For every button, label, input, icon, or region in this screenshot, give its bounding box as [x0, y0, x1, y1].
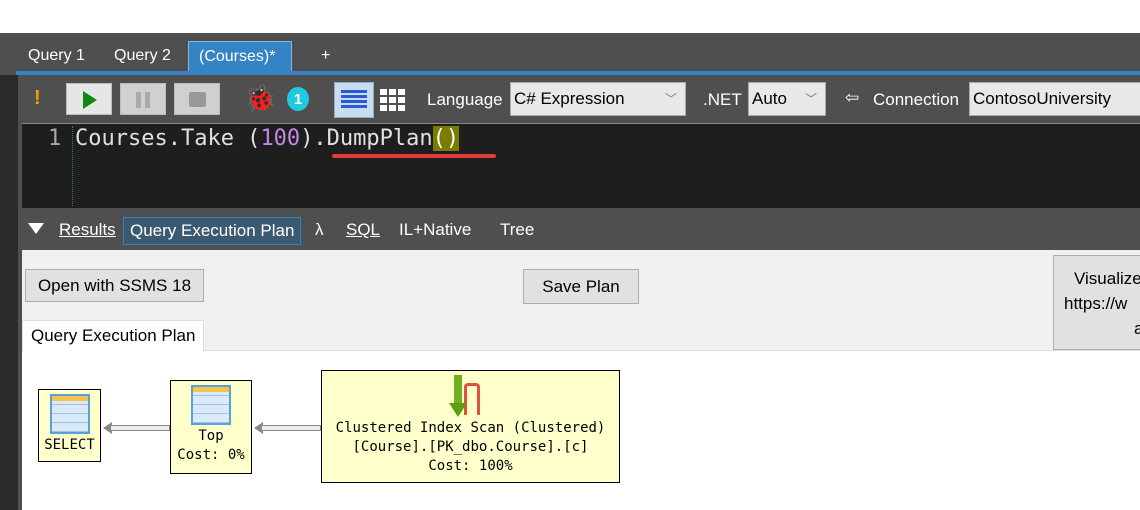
open-with-ssms-button[interactable]: Open with SSMS 18: [25, 269, 204, 302]
bug-icon[interactable]: 🐞: [244, 83, 276, 114]
tab-query-2[interactable]: Query 2: [104, 41, 181, 71]
language-label: Language: [427, 90, 503, 109]
pause-icon: [136, 92, 150, 108]
warning-icon[interactable]: !: [34, 87, 41, 110]
plan-node-top[interactable]: Top Cost: 0%: [170, 380, 252, 474]
visualize-text: Visualize: [1074, 269, 1140, 288]
clustered-index-scan-icon: [448, 375, 493, 419]
data-flow-arrow: [262, 425, 321, 431]
connection-arrow-icon[interactable]: ⇦: [845, 88, 859, 108]
tab-underline: [16, 71, 1140, 75]
debug-bug-icon[interactable]: 1: [283, 83, 313, 115]
line-number: 1: [48, 126, 62, 151]
debug-badge: 1: [287, 87, 309, 111]
visualize-text-cont: a: [1134, 319, 1140, 338]
pause-button[interactable]: [120, 83, 166, 115]
error-underline: [332, 154, 496, 158]
data-flow-arrow: [111, 425, 170, 431]
data-grid-icon[interactable]: [380, 89, 406, 111]
rich-grid-icon: [341, 90, 367, 110]
results-panel: Open with SSMS 18 Save Plan Visualize ht…: [22, 250, 1140, 510]
rich-text-results-button[interactable]: [334, 82, 374, 118]
execution-plan-diagram: SELECT Top Cost: 0% Clustered Index Scan…: [22, 350, 1140, 510]
chevron-down-icon: ﹀: [804, 92, 817, 106]
gutter-divider: [72, 126, 73, 206]
visualize-url: https://w: [1064, 294, 1128, 313]
stop-icon: [189, 92, 206, 107]
tab-query-execution-plan[interactable]: Query Execution Plan: [123, 217, 302, 245]
save-plan-button[interactable]: Save Plan: [523, 269, 639, 304]
language-select[interactable]: C# Expression ﹀: [510, 82, 686, 116]
stop-button[interactable]: [174, 83, 220, 115]
tab-il-native[interactable]: IL+Native: [399, 217, 471, 245]
plan-node-clustered-index-scan[interactable]: Clustered Index Scan (Clustered) [Course…: [321, 370, 620, 483]
tab-tree[interactable]: Tree: [500, 217, 534, 245]
connection-label: Connection: [873, 90, 960, 109]
top-table-icon: [191, 385, 231, 425]
tab-sql[interactable]: SQL: [346, 217, 380, 245]
play-icon: [83, 91, 97, 109]
tab-lambda[interactable]: λ: [315, 217, 324, 245]
inner-tab-query-execution-plan[interactable]: Query Execution Plan: [22, 320, 204, 352]
select-table-icon: [49, 394, 90, 434]
visualize-button[interactable]: Visualize https://w a: [1053, 255, 1140, 350]
tab-courses[interactable]: (Courses)*: [188, 41, 292, 71]
plan-node-select[interactable]: SELECT: [38, 389, 101, 462]
tab-query-1[interactable]: Query 1: [18, 41, 95, 71]
linqpad-window: Query 1 Query 2 (Courses)* + ! 🐞 1 Langu…: [0, 33, 1140, 510]
collapse-triangle-icon[interactable]: [28, 223, 44, 234]
code-editor[interactable]: 1 Courses.Take (100).DumpPlan(): [22, 123, 1140, 208]
code-line: Courses.Take (100).DumpPlan(): [75, 126, 460, 151]
run-button[interactable]: [66, 83, 112, 115]
new-tab-button[interactable]: +: [311, 41, 340, 71]
net-version-select[interactable]: Auto ﹀: [748, 82, 826, 116]
chevron-down-icon: ﹀: [664, 92, 677, 106]
left-margin: [0, 75, 18, 510]
net-label: .NET: [703, 90, 742, 109]
connection-select[interactable]: ContosoUniversity: [969, 82, 1140, 116]
tab-results[interactable]: Results: [59, 217, 116, 245]
